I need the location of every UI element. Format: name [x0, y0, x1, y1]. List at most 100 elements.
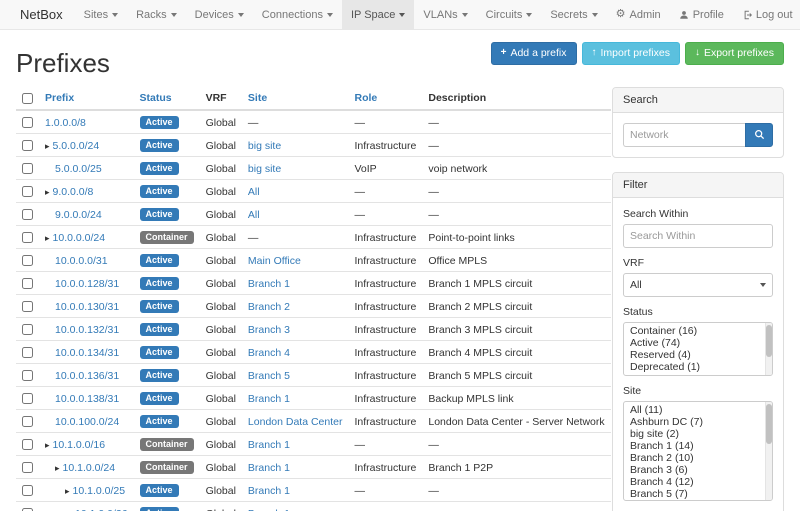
site-link[interactable]: Branch 1 [248, 393, 290, 405]
expand-arrow-icon[interactable]: ▸ [55, 463, 60, 473]
scrollbar[interactable] [765, 323, 772, 375]
scrollbar[interactable] [765, 402, 772, 500]
prefix-link[interactable]: 10.0.0.0/24 [53, 232, 106, 244]
site-link[interactable]: All [248, 209, 260, 221]
prefix-link[interactable]: 10.0.0.138/31 [55, 393, 119, 405]
status-option[interactable]: Deprecated (1) [624, 361, 772, 373]
add-prefix-button[interactable]: +Add a prefix [491, 42, 577, 65]
row-checkbox[interactable] [22, 163, 33, 174]
site-option[interactable]: COLO 1 (1) [624, 500, 772, 501]
prefix-link[interactable]: 10.1.0.0/26 [75, 508, 128, 511]
row-checkbox[interactable] [22, 324, 33, 335]
row-checkbox[interactable] [22, 140, 33, 151]
expand-arrow-icon[interactable]: ▸ [65, 486, 70, 496]
row-checkbox[interactable] [22, 439, 33, 450]
prefix-link[interactable]: 10.0.0.134/31 [55, 347, 119, 359]
nav-item-secrets[interactable]: Secrets [541, 0, 606, 29]
prefix-link[interactable]: 10.1.0.0/25 [73, 485, 126, 497]
col-header-status[interactable]: Status [134, 87, 200, 110]
search-within-input[interactable] [623, 224, 773, 248]
row-checkbox[interactable] [22, 232, 33, 243]
prefix-link[interactable]: 10.1.0.0/24 [63, 462, 116, 474]
status-option[interactable]: Active (74) [624, 337, 772, 349]
expand-arrow-icon[interactable]: ▸ [45, 141, 50, 151]
prefix-link[interactable]: 10.0.0.132/31 [55, 324, 119, 336]
row-checkbox[interactable] [22, 393, 33, 404]
nav-item-logout[interactable]: Log out [733, 0, 800, 29]
site-link[interactable]: Branch 1 [248, 485, 290, 497]
prefix-link[interactable]: 10.0.0.130/31 [55, 301, 119, 313]
site-option[interactable]: All (11) [624, 404, 772, 416]
prefix-link[interactable]: 9.0.0.0/24 [55, 209, 102, 221]
col-header-role[interactable]: Role [349, 87, 423, 110]
prefix-link[interactable]: 9.0.0.0/8 [53, 186, 94, 198]
expand-arrow-icon[interactable]: ▸ [45, 187, 50, 197]
nav-item-connections[interactable]: Connections [253, 0, 342, 29]
row-checkbox[interactable] [22, 278, 33, 289]
row-checkbox[interactable] [22, 117, 33, 128]
row-checkbox[interactable] [22, 186, 33, 197]
prefix-link[interactable]: 1.0.0.0/8 [45, 117, 86, 129]
brand-logo[interactable]: NetBox [8, 0, 75, 29]
prefix-link[interactable]: 5.0.0.0/24 [53, 140, 100, 152]
row-checkbox[interactable] [22, 462, 33, 473]
prefix-link[interactable]: 10.0.0.0/31 [55, 255, 108, 267]
nav-item-ip-space[interactable]: IP Space [342, 0, 414, 29]
site-option[interactable]: Ashburn DC (7) [624, 416, 772, 428]
nav-label: Circuits [486, 9, 523, 21]
import-prefixes-button[interactable]: ↑Import prefixes [582, 42, 680, 65]
status-multiselect[interactable]: Container (16) Active (74) Reserved (4) … [623, 322, 773, 376]
site-link[interactable]: All [248, 186, 260, 198]
site-option[interactable]: Branch 3 (6) [624, 464, 772, 476]
nav-item-racks[interactable]: Racks [127, 0, 186, 29]
nav-item-circuits[interactable]: Circuits [477, 0, 542, 29]
site-link[interactable]: Branch 5 [248, 370, 290, 382]
vrf-select[interactable]: All [623, 273, 773, 297]
site-link[interactable]: Branch 4 [248, 347, 290, 359]
prefix-link[interactable]: 10.0.100.0/24 [55, 416, 119, 428]
row-checkbox[interactable] [22, 416, 33, 427]
site-option[interactable]: Branch 2 (10) [624, 452, 772, 464]
status-option[interactable]: Reserved (4) [624, 349, 772, 361]
search-button[interactable] [745, 123, 773, 147]
site-link[interactable]: big site [248, 140, 281, 152]
prefix-link[interactable]: 5.0.0.0/25 [55, 163, 102, 175]
nav-item-profile[interactable]: Profile [670, 0, 733, 29]
prefix-link[interactable]: 10.1.0.0/16 [53, 439, 106, 451]
row-checkbox[interactable] [22, 370, 33, 381]
status-badge: Container [140, 438, 194, 451]
site-multiselect[interactable]: All (11) Ashburn DC (7) big site (2) Bra… [623, 401, 773, 501]
row-checkbox[interactable] [22, 485, 33, 496]
row-checkbox[interactable] [22, 347, 33, 358]
site-link[interactable]: Branch 1 [248, 278, 290, 290]
expand-arrow-icon[interactable]: ▸ [45, 233, 50, 243]
select-all-checkbox[interactable] [22, 93, 33, 104]
prefix-link[interactable]: 10.0.0.128/31 [55, 278, 119, 290]
row-checkbox[interactable] [22, 209, 33, 220]
site-link[interactable]: London Data Center [248, 416, 343, 428]
site-link[interactable]: Main Office [248, 255, 301, 267]
nav-item-admin[interactable]: ⚙Admin [607, 0, 670, 29]
site-option[interactable]: Branch 5 (7) [624, 488, 772, 500]
site-link[interactable]: Branch 2 [248, 301, 290, 313]
site-option[interactable]: big site (2) [624, 428, 772, 440]
export-prefixes-button[interactable]: ↓Export prefixes [685, 42, 784, 65]
status-option[interactable]: Container (16) [624, 325, 772, 337]
nav-item-vlans[interactable]: VLANs [414, 0, 476, 29]
site-link[interactable]: Branch 1 [248, 508, 290, 511]
nav-item-devices[interactable]: Devices [186, 0, 253, 29]
expand-arrow-icon[interactable]: ▸ [45, 440, 50, 450]
row-checkbox[interactable] [22, 301, 33, 312]
search-input[interactable] [623, 123, 745, 147]
site-link[interactable]: Branch 1 [248, 462, 290, 474]
prefix-link[interactable]: 10.0.0.136/31 [55, 370, 119, 382]
site-link[interactable]: Branch 3 [248, 324, 290, 336]
site-link[interactable]: Branch 1 [248, 439, 290, 451]
col-header-site[interactable]: Site [242, 87, 349, 110]
site-option[interactable]: Branch 4 (12) [624, 476, 772, 488]
site-link[interactable]: big site [248, 163, 281, 175]
col-header-prefix[interactable]: Prefix [39, 87, 134, 110]
row-checkbox[interactable] [22, 255, 33, 266]
site-option[interactable]: Branch 1 (14) [624, 440, 772, 452]
nav-item-sites[interactable]: Sites [75, 0, 127, 29]
